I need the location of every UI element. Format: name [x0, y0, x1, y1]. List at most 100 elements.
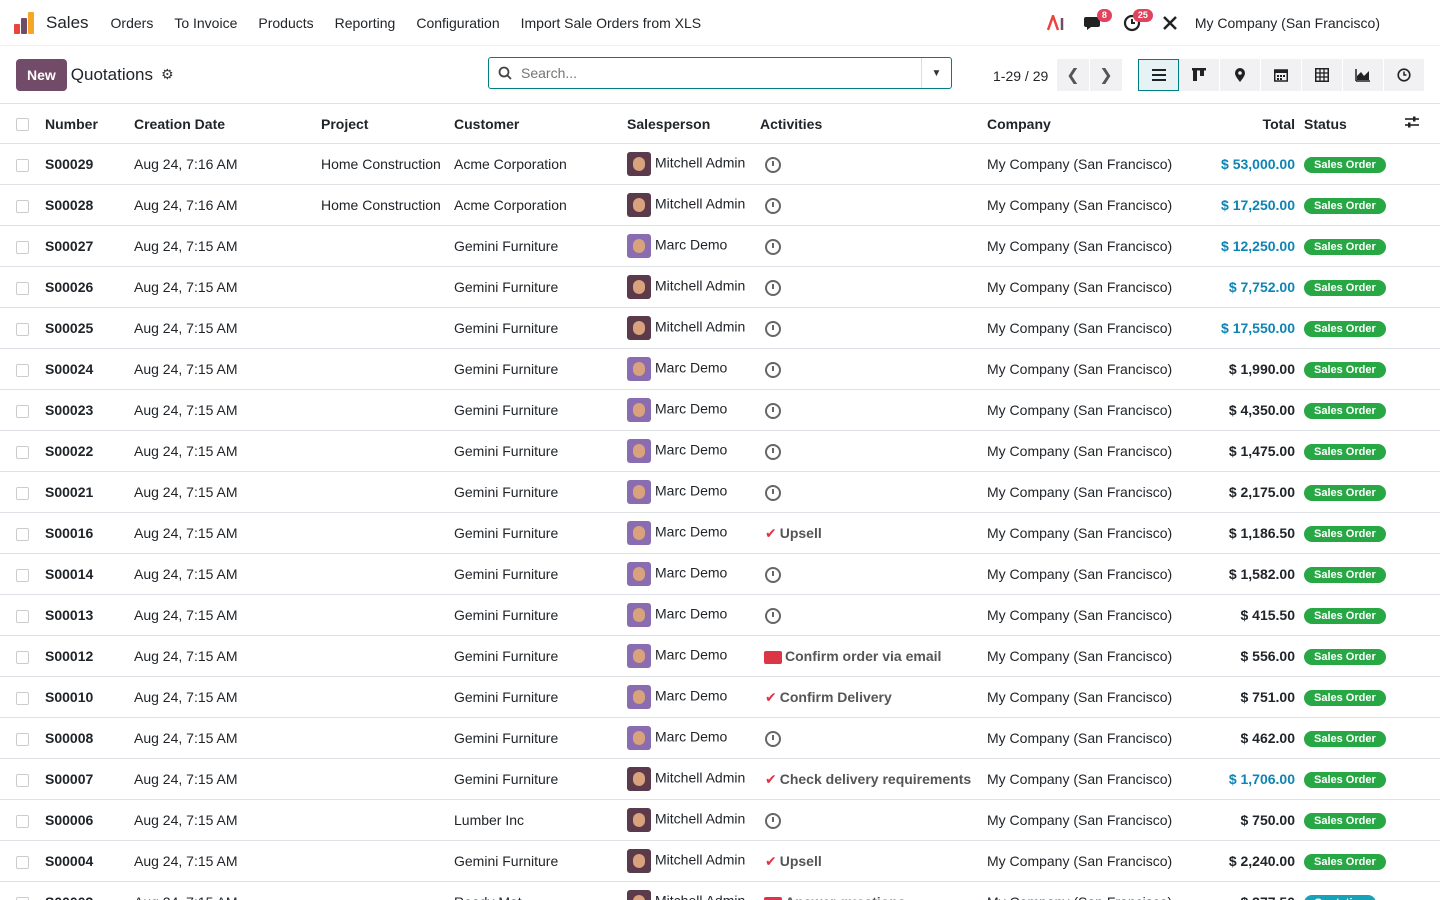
salesperson-cell[interactable]: Marc Demo: [627, 554, 760, 595]
row-checkbox[interactable]: [16, 773, 29, 787]
graph-view-icon[interactable]: [1343, 59, 1384, 91]
activity-clock-icon[interactable]: [765, 812, 781, 829]
salesperson-cell[interactable]: Mitchell Admin: [627, 841, 760, 882]
table-row[interactable]: S00028 Aug 24, 7:16 AM Home Construction Ac…: [0, 185, 1440, 226]
salesperson-cell[interactable]: Marc Demo: [627, 718, 760, 759]
activity-label[interactable]: Upsell: [780, 853, 822, 869]
column-company[interactable]: Company: [987, 104, 1192, 144]
table-row[interactable]: S00029 Aug 24, 7:16 AM Home Construction Ac…: [0, 144, 1440, 185]
pivot-view-icon[interactable]: [1302, 59, 1343, 91]
activity-label[interactable]: Confirm order via email: [785, 648, 941, 664]
row-checkbox[interactable]: [16, 568, 29, 582]
salesperson-cell[interactable]: Marc Demo: [627, 349, 760, 390]
table-row[interactable]: S00024 Aug 24, 7:15 AM Gemini Furniture Mar…: [0, 349, 1440, 390]
row-checkbox[interactable]: [16, 609, 29, 623]
activity-label[interactable]: Upsell: [780, 525, 822, 541]
salesperson-cell[interactable]: Marc Demo: [627, 431, 760, 472]
row-checkbox[interactable]: [16, 445, 29, 459]
menu-import-xls[interactable]: Import Sale Orders from XLS: [521, 15, 702, 31]
activity-clock-icon[interactable]: [765, 320, 781, 337]
table-row[interactable]: S00026 Aug 24, 7:15 AM Gemini Furniture Mit…: [0, 267, 1440, 308]
menu-reporting[interactable]: Reporting: [335, 15, 396, 31]
new-button[interactable]: New: [16, 58, 67, 91]
table-row[interactable]: S00022 Aug 24, 7:15 AM Gemini Furniture Mar…: [0, 431, 1440, 472]
sales-app-icon[interactable]: [14, 11, 36, 34]
column-creation-date[interactable]: Creation Date: [134, 104, 321, 144]
search-input[interactable]: [521, 65, 921, 81]
activity-clock-icon[interactable]: [765, 402, 781, 419]
activity-clock-icon[interactable]: [765, 156, 781, 173]
activity-clock-icon[interactable]: [765, 566, 781, 583]
column-activities[interactable]: Activities: [760, 104, 987, 144]
salesperson-cell[interactable]: Mitchell Admin: [627, 267, 760, 308]
table-row[interactable]: S00027 Aug 24, 7:15 AM Gemini Furniture Mar…: [0, 226, 1440, 267]
row-checkbox[interactable]: [16, 527, 29, 541]
table-row[interactable]: S00016 Aug 24, 7:15 AM Gemini Furniture Mar…: [0, 513, 1440, 554]
activity-view-clock-icon[interactable]: [1384, 59, 1425, 91]
salesperson-cell[interactable]: Marc Demo: [627, 595, 760, 636]
activity-clock-icon[interactable]: [765, 197, 781, 214]
activity-label[interactable]: Check delivery requirements: [780, 771, 971, 787]
salesperson-cell[interactable]: Mitchell Admin: [627, 308, 760, 349]
column-project[interactable]: Project: [321, 104, 454, 144]
ai-icon[interactable]: [1037, 8, 1075, 38]
column-number[interactable]: Number: [45, 104, 134, 144]
activity-label[interactable]: Confirm Delivery: [780, 689, 892, 705]
menu-products[interactable]: Products: [258, 15, 313, 31]
table-row[interactable]: S00004 Aug 24, 7:15 AM Gemini Furniture Mit…: [0, 841, 1440, 882]
messages-icon[interactable]: 8: [1075, 8, 1113, 38]
row-checkbox[interactable]: [16, 732, 29, 746]
menu-to-invoice[interactable]: To Invoice: [174, 15, 237, 31]
column-status[interactable]: Status: [1304, 104, 1404, 144]
table-row[interactable]: S00025 Aug 24, 7:15 AM Gemini Furniture Mit…: [0, 308, 1440, 349]
row-checkbox[interactable]: [16, 281, 29, 295]
calendar-view-icon[interactable]: [1261, 59, 1302, 91]
table-row[interactable]: S00013 Aug 24, 7:15 AM Gemini Furniture Mar…: [0, 595, 1440, 636]
kanban-view-icon[interactable]: [1179, 59, 1220, 91]
activity-clock-icon[interactable]: [765, 484, 781, 501]
activity-clock-icon[interactable]: [765, 443, 781, 460]
salesperson-cell[interactable]: Mitchell Admin: [627, 800, 760, 841]
list-view-icon[interactable]: [1138, 59, 1179, 91]
table-row[interactable]: S00003Aug 24, 7:15 AM Ready Mat Mitchell A…: [0, 882, 1440, 900]
table-row[interactable]: S00008 Aug 24, 7:15 AM Gemini Furniture Mar…: [0, 718, 1440, 759]
row-checkbox[interactable]: [16, 404, 29, 418]
column-salesperson[interactable]: Salesperson: [627, 104, 760, 144]
row-checkbox[interactable]: [16, 240, 29, 254]
table-row[interactable]: S00012 Aug 24, 7:15 AM Gemini Furniture Mar…: [0, 636, 1440, 677]
row-checkbox[interactable]: [16, 855, 29, 869]
app-name[interactable]: Sales: [46, 13, 89, 33]
menu-configuration[interactable]: Configuration: [416, 15, 499, 31]
column-total[interactable]: Total: [1192, 104, 1304, 144]
table-row[interactable]: S00021 Aug 24, 7:15 AM Gemini Furniture Mar…: [0, 472, 1440, 513]
row-checkbox[interactable]: [16, 322, 29, 336]
optional-columns-sliders-icon[interactable]: [1404, 104, 1440, 144]
salesperson-cell[interactable]: Mitchell Admin: [627, 144, 760, 185]
salesperson-cell[interactable]: Mitchell Admin: [627, 759, 760, 800]
salesperson-cell[interactable]: Mitchell Admin: [627, 185, 760, 226]
salesperson-cell[interactable]: Marc Demo: [627, 226, 760, 267]
salesperson-cell[interactable]: Marc Demo: [627, 390, 760, 431]
gear-icon[interactable]: ⚙: [161, 66, 174, 83]
salesperson-cell[interactable]: Marc Demo: [627, 513, 760, 554]
activity-label[interactable]: Answer questions: [785, 894, 906, 900]
table-row[interactable]: S00014 Aug 24, 7:15 AM Gemini Furniture Mar…: [0, 554, 1440, 595]
activities-icon[interactable]: 25: [1113, 8, 1153, 38]
table-row[interactable]: S00010 Aug 24, 7:15 AM Gemini Furniture Mar…: [0, 677, 1440, 718]
search-options-chevron-down-icon[interactable]: ▼: [921, 58, 951, 88]
column-customer[interactable]: Customer: [454, 104, 627, 144]
row-checkbox[interactable]: [16, 691, 29, 705]
table-row[interactable]: S00007 Aug 24, 7:15 AM Gemini Furniture Mit…: [0, 759, 1440, 800]
activity-clock-icon[interactable]: [765, 361, 781, 378]
salesperson-cell[interactable]: Marc Demo: [627, 636, 760, 677]
row-checkbox[interactable]: [16, 363, 29, 377]
activity-clock-icon[interactable]: [765, 607, 781, 624]
company-switcher[interactable]: My Company (San Francisco): [1195, 15, 1380, 31]
salesperson-cell[interactable]: Marc Demo: [627, 472, 760, 513]
table-row[interactable]: S00006 Aug 24, 7:15 AM Lumber Inc Mitchell …: [0, 800, 1440, 841]
row-checkbox[interactable]: [16, 199, 29, 213]
pager-value[interactable]: 1-29 / 29: [993, 68, 1048, 84]
row-checkbox[interactable]: [16, 650, 29, 664]
salesperson-cell[interactable]: Mitchell Admin: [627, 882, 760, 900]
row-checkbox[interactable]: [16, 814, 29, 828]
